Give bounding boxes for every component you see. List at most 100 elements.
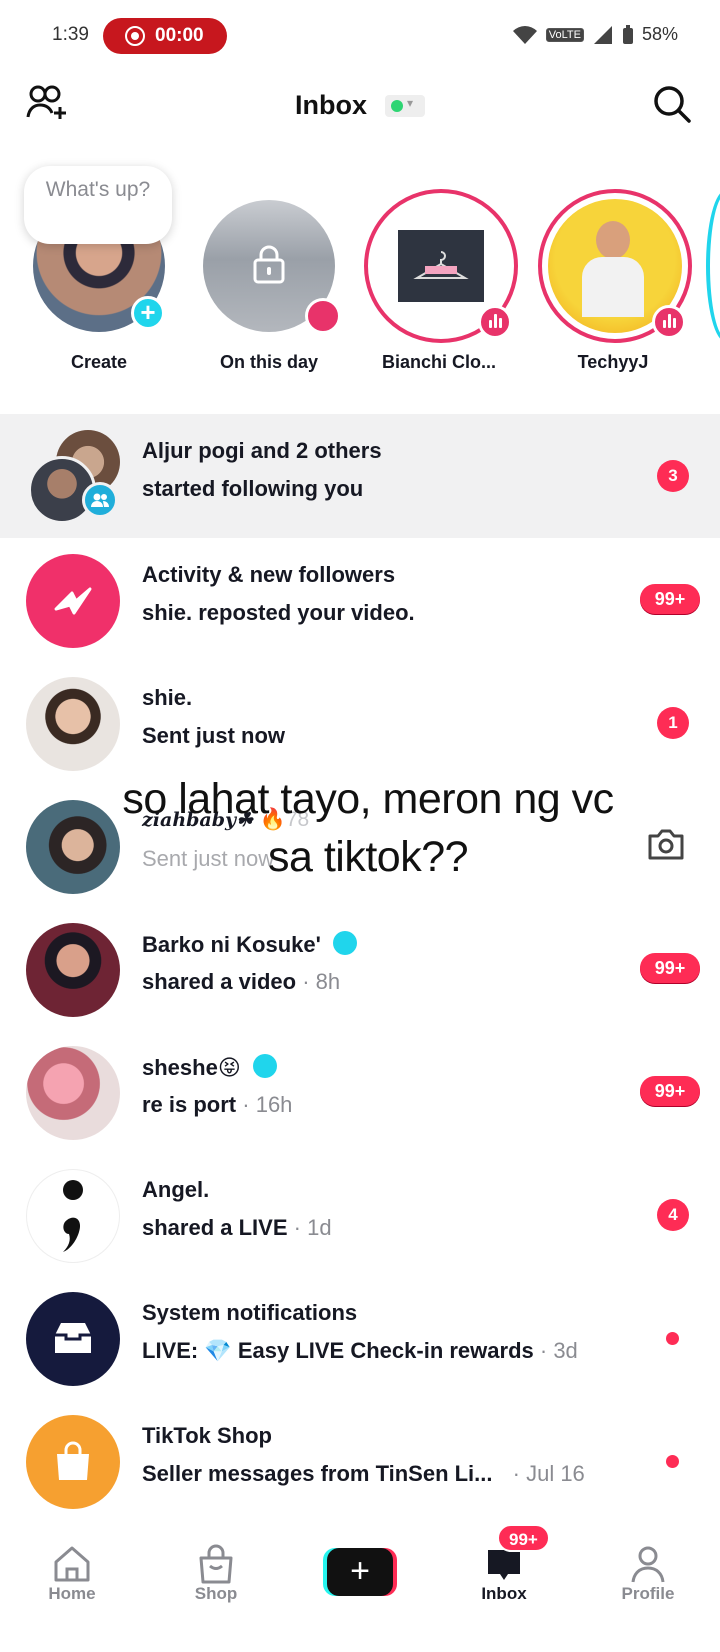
unread-dot <box>666 1455 679 1468</box>
create-post-button[interactable]: + <box>323 1548 397 1596</box>
volte-label: VoLTE <box>545 27 584 42</box>
row-title: Aljur pogi and 2 others <box>142 438 382 463</box>
row-title: Angel. <box>142 1177 210 1202</box>
unread-count-badge: 4 <box>657 1199 689 1231</box>
list-item-tiktok-shop[interactable]: TikTok Shop Seller messages from TinSen … <box>0 1399 720 1522</box>
video-text-overlay: so lahat tayo, meron ng vc sa tiktok?? <box>122 775 614 881</box>
row-title: Activity & new followers <box>142 562 396 587</box>
avatar <box>538 189 692 343</box>
nav-home[interactable]: Home <box>12 1530 132 1604</box>
story-next-partial[interactable] <box>706 190 720 342</box>
timestamp: · 16h <box>242 1092 293 1117</box>
unread-count-badge: 99+ <box>640 584 700 614</box>
add-story-icon[interactable]: + <box>131 296 165 330</box>
nav-label: Shop <box>194 1584 238 1603</box>
avatar <box>26 677 120 771</box>
row-subtitle: Sent just now <box>142 723 285 748</box>
list-item-chat[interactable]: shie. Sent just now 1 <box>0 661 720 784</box>
semicolon-icon <box>63 1180 83 1252</box>
close-friend-icon <box>332 931 357 955</box>
status-time: 1:39 <box>52 24 89 45</box>
battery-icon <box>622 24 633 44</box>
wifi-icon <box>512 25 537 44</box>
unread-count-badge: 99+ <box>640 1076 700 1106</box>
screen-recording-indicator[interactable]: 00:00 <box>103 18 227 54</box>
story-on-this-day[interactable]: On this day <box>194 200 344 373</box>
online-dot-icon <box>391 100 403 112</box>
row-subtitle: Seller messages from TinSen Li... · Jul … <box>142 1461 585 1487</box>
row-subtitle: shared a video · 8h <box>142 969 340 995</box>
plus-icon: + <box>327 1548 393 1596</box>
nav-label: Home <box>48 1584 96 1603</box>
row-title: sheshe😝 <box>142 1054 277 1081</box>
shopping-bag-icon <box>26 1415 120 1509</box>
row-subtitle: shie. reposted your video. <box>142 600 415 625</box>
message-preview: shared a LIVE <box>142 1215 288 1240</box>
nav-label: Inbox <box>481 1584 527 1603</box>
username: sheshe😝 <box>142 1055 241 1080</box>
story-techyyj[interactable]: TechyyJ <box>538 189 692 373</box>
profile-icon <box>631 1546 665 1583</box>
story-bianchi[interactable]: Bianchi Clo... <box>364 189 518 373</box>
nav-shop[interactable]: Shop <box>156 1530 276 1604</box>
bottom-navigation: Home Shop + Inbox 99+ Profile <box>0 1524 720 1652</box>
list-item-chat[interactable]: sheshe😝 re is port · 16h 99+ <box>0 1030 720 1153</box>
timestamp: · 1d <box>293 1215 332 1240</box>
message-preview: re is port <box>142 1092 237 1117</box>
list-item-chat[interactable]: Angel. shared a LIVE · 1d 4 <box>0 1153 720 1276</box>
inbox-tray-icon <box>26 1292 120 1386</box>
timestamp: · Jul 16 <box>512 1461 585 1486</box>
home-icon <box>54 1546 90 1582</box>
search-icon[interactable] <box>652 84 692 124</box>
row-title: System notifications <box>142 1300 358 1325</box>
list-item-new-followers[interactable]: Aljur pogi and 2 others started followin… <box>0 414 720 538</box>
chevron-down-icon: ▾ <box>407 96 414 110</box>
activity-icon <box>26 554 120 648</box>
unread-count-badge: 99+ <box>640 953 700 983</box>
unread-count-badge: 1 <box>657 707 689 739</box>
status-bar: 1:39 00:00 VoLTE 58% <box>0 0 720 72</box>
recording-timer: 00:00 <box>155 25 204 46</box>
list-item-chat[interactable]: Barko ni Kosuke' shared a video · 8h 99+ <box>0 907 720 1030</box>
row-title: shie. <box>142 685 193 710</box>
row-title: TikTok Shop <box>142 1423 272 1448</box>
page-title: Inbox <box>295 90 367 120</box>
avatar <box>364 189 518 343</box>
message-preview: Seller messages from TinSen Li... <box>142 1461 493 1486</box>
avatar <box>26 1169 120 1263</box>
list-item-activity[interactable]: Activity & new followers shie. reposted … <box>0 538 720 661</box>
avatar <box>26 923 120 1017</box>
camera-icon[interactable] <box>646 828 686 862</box>
inbox-header: Inbox <box>0 76 720 136</box>
status-icons: VoLTE 58% <box>512 24 678 45</box>
hanger-icon <box>413 251 469 279</box>
list-item-system-notifications[interactable]: System notifications LIVE: 💎 Easy LIVE C… <box>0 1276 720 1399</box>
story-label: Bianchi Clo... <box>381 352 496 372</box>
nav-inbox[interactable]: Inbox 99+ <box>444 1524 564 1604</box>
avatar <box>26 1046 120 1140</box>
story-label: On this day <box>219 352 318 372</box>
timestamp: · 8h <box>302 969 341 994</box>
avatar <box>203 200 341 334</box>
unread-count-badge: 3 <box>657 460 689 492</box>
shop-bag-icon <box>199 1544 233 1584</box>
avatar <box>26 800 120 894</box>
followers-icon <box>82 482 118 518</box>
message-preview: shared a video <box>142 969 297 994</box>
row-subtitle: started following you <box>142 476 364 501</box>
live-bars-icon <box>652 305 686 339</box>
row-subtitle: shared a LIVE · 1d <box>142 1215 332 1241</box>
record-icon <box>125 26 145 46</box>
lock-icon <box>253 245 285 284</box>
online-status-toggle[interactable]: ▾ <box>385 95 425 117</box>
message-preview: LIVE: 💎 Easy LIVE Check-in rewards <box>142 1338 534 1363</box>
whats-up-bubble[interactable]: What's up? <box>24 166 172 244</box>
nav-profile[interactable]: Profile <box>588 1530 708 1604</box>
row-subtitle: LIVE: 💎 Easy LIVE Check-in rewards · 3d <box>142 1338 578 1364</box>
row-title: Barko ni Kosuke' <box>142 931 357 958</box>
timestamp: · 3d <box>539 1338 578 1363</box>
story-label: TechyyJ <box>577 352 649 372</box>
stories-row: What's up? + Create On this day Bianchi … <box>0 150 720 390</box>
username: Barko ni Kosuke' <box>142 932 321 957</box>
nav-label: Profile <box>621 1584 675 1603</box>
